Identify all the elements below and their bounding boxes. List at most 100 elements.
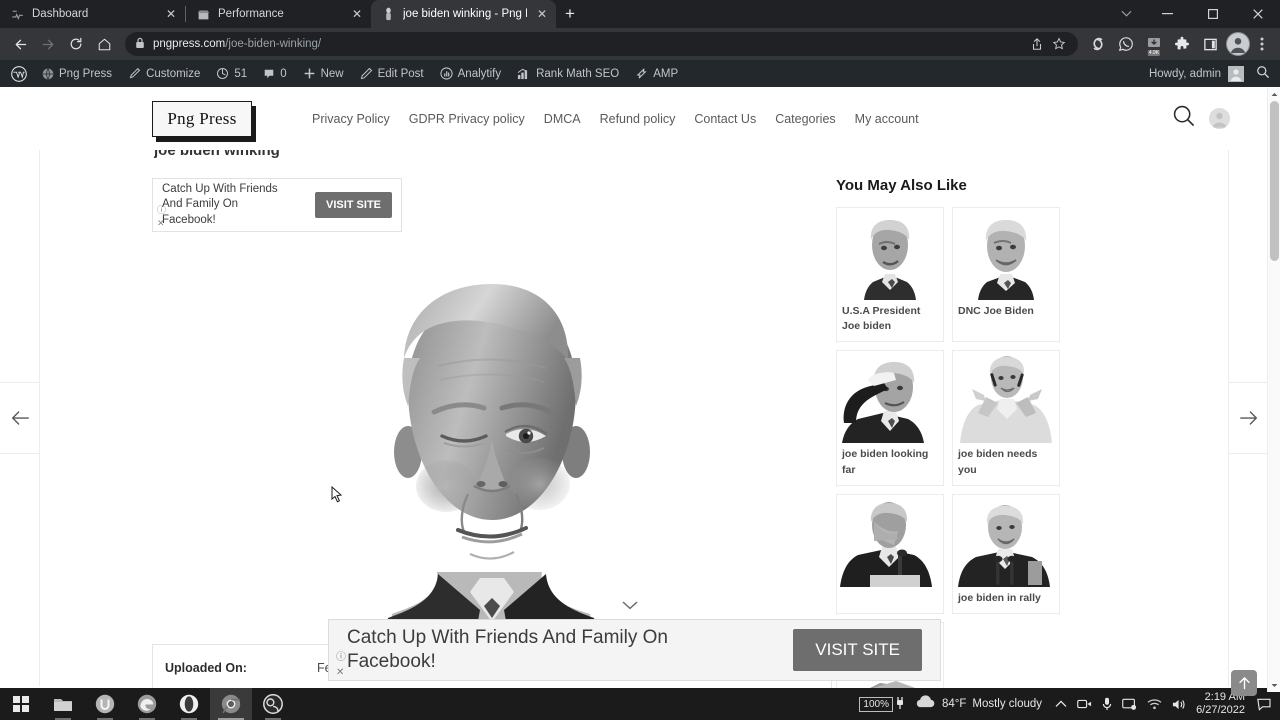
scrollbar-thumb[interactable]: [1270, 101, 1279, 261]
ad-info-icon[interactable]: ⓘ: [336, 648, 346, 663]
file-explorer-icon[interactable]: [42, 688, 84, 720]
grammarly-icon[interactable]: [1085, 31, 1111, 57]
chevron-up-icon[interactable]: [1050, 688, 1072, 720]
search-icon[interactable]: [1244, 65, 1280, 82]
nav-item-contact-us[interactable]: Contact Us: [694, 112, 756, 126]
scrollbar-up-arrow[interactable]: [1268, 88, 1280, 101]
site-icon: [42, 68, 54, 80]
browser-tab-performance[interactable]: Performance ✕: [186, 0, 371, 28]
wpadmin-greeting[interactable]: Howdy, admin: [1149, 68, 1221, 80]
volume-icon[interactable]: [1167, 688, 1192, 720]
nav-item-gdpr-privacy-policy[interactable]: GDPR Privacy policy: [409, 112, 525, 126]
biden-portrait-1-thumb: [837, 208, 943, 300]
weather-widget[interactable]: 84°F Mostly cloudy: [910, 695, 1050, 713]
weather-temp: 84°F: [942, 698, 966, 710]
related-card-joe-biden-needs-you[interactable]: joe biden needs you: [952, 350, 1060, 485]
close-icon[interactable]: ✕: [163, 6, 179, 22]
analytify-icon: [440, 67, 453, 80]
wifi-icon[interactable]: [1142, 688, 1167, 720]
related-card-joe-biden-looking-far[interactable]: joe biden looking far: [836, 350, 944, 485]
puzzle-extensions-icon[interactable]: [1169, 31, 1195, 57]
user-avatar-icon[interactable]: [1209, 108, 1230, 129]
inline-ad-banner[interactable]: Catch Up With Friends And Family On Face…: [152, 178, 402, 232]
battery-status[interactable]: 100%: [854, 688, 910, 720]
prev-image-button[interactable]: [0, 150, 40, 686]
new-tab-button[interactable]: +: [556, 0, 584, 28]
wpadmin-item-comments[interactable]: 0: [255, 60, 294, 87]
tab-search-icon[interactable]: [1107, 0, 1145, 28]
close-icon[interactable]: ✕: [534, 6, 550, 22]
url-text: pngpress.com/joe-biden-winking/: [153, 38, 321, 50]
whatsapp-icon[interactable]: [1113, 31, 1139, 57]
three-dot-menu[interactable]: [1250, 31, 1274, 57]
bookmark-star-icon[interactable]: [1050, 35, 1068, 53]
wpadmin-item-customize[interactable]: Customize: [120, 60, 208, 87]
ad-visit-site-button[interactable]: VISIT SITE: [793, 629, 922, 671]
biden-winking-portrait: [342, 254, 642, 654]
browser-tab-dashboard[interactable]: Dashboard ✕: [0, 0, 185, 28]
windows-start-icon[interactable]: [0, 688, 42, 720]
wpadmin-item-new[interactable]: New: [295, 60, 352, 87]
camera-icon[interactable]: [1072, 688, 1097, 720]
minimize-button[interactable]: [1145, 0, 1190, 28]
microphone-icon[interactable]: [1097, 688, 1117, 720]
related-card-joe-biden-in-rally[interactable]: joe biden in rally: [952, 494, 1060, 614]
hero-image[interactable]: [152, 246, 832, 681]
profile-avatar[interactable]: [1226, 32, 1250, 56]
site-logo[interactable]: Png Press: [152, 101, 252, 137]
wpadmin-item-analytify[interactable]: Analytify: [432, 60, 509, 87]
download-icon[interactable]: 4.9K: [1141, 31, 1167, 57]
wpadmin-item-updates[interactable]: 51: [208, 60, 255, 87]
nav-item-dmca[interactable]: DMCA: [544, 112, 581, 126]
related-card-biden-at-podium[interactable]: [836, 494, 944, 614]
scrollbar-down-arrow[interactable]: [1268, 679, 1280, 692]
edge-icon[interactable]: [126, 688, 168, 720]
sidepanel-icon[interactable]: [1197, 31, 1223, 57]
next-image-button[interactable]: [1228, 150, 1268, 686]
site-logo-text: Png Press: [152, 101, 252, 137]
ad-info-icon[interactable]: ⓘ: [157, 203, 166, 216]
share-icon[interactable]: [1028, 35, 1046, 53]
maximize-button[interactable]: [1190, 0, 1235, 28]
page-scrollbar[interactable]: [1267, 88, 1280, 692]
scroll-to-top-button[interactable]: [1231, 670, 1257, 696]
ad-collapse-icon[interactable]: [622, 598, 638, 613]
chrome-icon[interactable]: [210, 688, 252, 720]
nav-item-my-account[interactable]: My account: [855, 112, 919, 126]
browser-tab-joe-biden-winking[interactable]: joe biden winking - Png Press pn ✕: [371, 0, 556, 28]
lock-icon: [135, 37, 145, 51]
wpadmin-item-amp[interactable]: AMP: [627, 60, 686, 87]
site-nav: Privacy Policy GDPR Privacy policy DMCA …: [312, 112, 919, 126]
sticky-ad-banner[interactable]: Catch Up With Friends And Family On Face…: [328, 619, 941, 681]
search-icon[interactable]: [1172, 104, 1196, 133]
nav-item-refund-policy[interactable]: Refund policy: [600, 112, 676, 126]
updates-icon: [216, 67, 229, 80]
close-icon[interactable]: ✕: [349, 6, 365, 22]
related-card-usa-president-joe-biden[interactable]: U.S.A President Joe biden: [836, 207, 944, 342]
obs-studio-icon[interactable]: [252, 688, 294, 720]
png-press-icon: [381, 7, 396, 22]
back-arrow-icon[interactable]: [6, 30, 34, 58]
nav-item-categories[interactable]: Categories: [775, 112, 835, 126]
forward-arrow-icon[interactable]: [34, 30, 62, 58]
opera-icon[interactable]: [168, 688, 210, 720]
ad-close-icon[interactable]: ✕: [157, 218, 165, 229]
ad-close-icon[interactable]: ✕: [336, 667, 344, 678]
wpadmin-item-rank-math-seo[interactable]: Rank Math SEO: [509, 60, 627, 87]
avatar[interactable]: [1228, 66, 1244, 82]
related-card-dnc-joe-biden[interactable]: DNC Joe Biden: [952, 207, 1060, 342]
address-bar-actions: [1028, 35, 1068, 53]
wordpress-logo-icon[interactable]: [4, 60, 34, 87]
close-window-button[interactable]: [1235, 0, 1280, 28]
home-icon[interactable]: [90, 30, 118, 58]
reload-icon[interactable]: [62, 30, 90, 58]
address-bar[interactable]: pngpress.com/joe-biden-winking/: [125, 32, 1078, 56]
screencast-icon[interactable]: [1117, 688, 1142, 720]
ad-visit-site-button[interactable]: VISIT SITE: [315, 192, 392, 218]
utorrent-icon[interactable]: [84, 688, 126, 720]
brush-icon: [128, 67, 141, 80]
nav-item-privacy-policy[interactable]: Privacy Policy: [312, 112, 390, 126]
windows-taskbar: 100% 84°F Mostly cloudy: [0, 688, 1280, 720]
wpadmin-item-png-press[interactable]: Png Press: [34, 60, 120, 87]
wpadmin-item-edit-post[interactable]: Edit Post: [352, 60, 432, 87]
